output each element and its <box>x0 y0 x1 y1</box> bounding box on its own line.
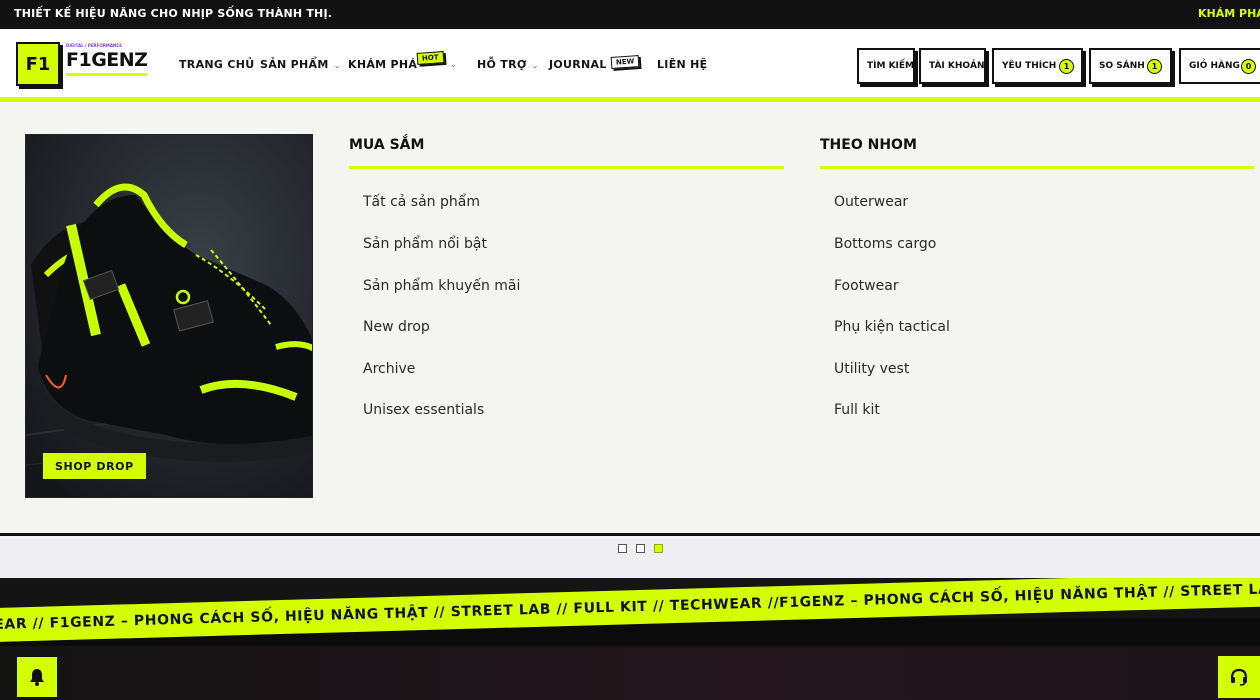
cart-button[interactable]: GIỎ HÀNG 0 <box>1179 48 1260 84</box>
section-background <box>0 648 1260 700</box>
sneaker-image <box>26 135 312 497</box>
account-button[interactable]: TÀI KHOẢN <box>919 48 986 84</box>
search-label: TÌM KIẾM <box>867 61 915 71</box>
menu-link-sale[interactable]: Sản phẩm khuyến mãi <box>363 278 520 294</box>
nav-contact[interactable]: LIÊN HỆ <box>657 58 707 71</box>
chevron-down-icon: ⌄ <box>333 61 341 70</box>
wishlist-label: YÊU THÍCH <box>1002 61 1057 71</box>
shopping-column-title: MUA SẮM <box>349 137 425 153</box>
logo-name[interactable]: F1GENZ <box>66 49 148 76</box>
wishlist-count: 1 <box>1059 59 1074 74</box>
nav-explore-label: KHÁM PHÁ <box>348 58 418 71</box>
cart-count: 0 <box>1241 59 1256 74</box>
notification-button[interactable] <box>16 656 58 698</box>
groups-divider <box>820 166 1254 169</box>
shop-drop-button[interactable]: SHOP DROP <box>43 453 146 479</box>
logo-mark[interactable]: F1 <box>16 42 60 86</box>
nav-products[interactable]: SẢN PHẨM ⌄ <box>260 58 341 71</box>
announcement-bar: THIẾT KẾ HIỆU NĂNG CHO NHỊP SỐNG THÀNH T… <box>0 0 1260 29</box>
nav-products-label: SẢN PHẨM <box>260 58 329 71</box>
chevron-down-icon[interactable]: ⌄ <box>450 57 457 70</box>
promo-card[interactable]: SHOP DROP <box>25 134 313 498</box>
groups-column-title: THEO NHOM <box>820 137 917 153</box>
support-button[interactable] <box>1218 656 1260 698</box>
shopping-divider <box>349 166 784 169</box>
wishlist-button[interactable]: YÊU THÍCH 1 <box>992 48 1083 84</box>
hot-badge: HOT <box>416 51 444 65</box>
menu-link-utility-vest[interactable]: Utility vest <box>834 361 909 377</box>
new-badge: NEW <box>610 55 640 69</box>
logo-tagline: DIGITAL / PERFORMANCE <box>66 43 122 48</box>
nav-support-label: HỖ TRỢ <box>477 58 527 71</box>
site-header: F1 DIGITAL / PERFORMANCE F1GENZ TRANG CH… <box>0 29 1260 102</box>
menu-link-new-drop[interactable]: New drop <box>363 319 430 335</box>
nav-journal[interactable]: JOURNAL <box>549 58 607 71</box>
compare-label: SO SÁNH <box>1099 61 1145 71</box>
nav-support[interactable]: HỖ TRỢ ⌄ <box>477 58 539 71</box>
menu-link-all-products[interactable]: Tất cả sản phẩm <box>363 194 480 210</box>
menu-link-bottoms-cargo[interactable]: Bottoms cargo <box>834 236 936 252</box>
nav-explore[interactable]: KHÁM PHÁ <box>348 58 417 71</box>
cart-label: GIỎ HÀNG <box>1189 61 1240 71</box>
menu-link-archive[interactable]: Archive <box>363 361 415 377</box>
nav-home-label: TRANG CHỦ <box>179 58 255 71</box>
compare-count: 1 <box>1147 59 1162 74</box>
slider-pagination <box>0 539 1260 578</box>
bell-icon <box>30 669 44 686</box>
marquee-section: EAR // F1GENZ – PHONG CÁCH SỐ, HIỆU NĂNG… <box>0 578 1260 700</box>
menu-link-outerwear[interactable]: Outerwear <box>834 194 908 210</box>
announcement-explore-link[interactable]: KHÁM PHÁ <box>1198 7 1260 20</box>
announcement-text: THIẾT KẾ HIỆU NĂNG CHO NHỊP SỐNG THÀNH T… <box>14 7 333 20</box>
menu-link-featured[interactable]: Sản phẩm nổi bật <box>363 236 487 252</box>
slider-dot-2[interactable] <box>636 544 645 553</box>
headset-icon <box>1230 668 1248 686</box>
menu-link-tactical-accessories[interactable]: Phụ kiện tactical <box>834 319 950 335</box>
nav-home[interactable]: TRANG CHỦ <box>179 58 254 71</box>
slider-dot-1[interactable] <box>618 544 627 553</box>
slider-dot-3[interactable] <box>654 544 663 553</box>
menu-link-footwear[interactable]: Footwear <box>834 278 899 294</box>
nav-contact-label: LIÊN HỆ <box>657 58 708 71</box>
menu-link-full-kit[interactable]: Full kit <box>834 402 880 418</box>
chevron-down-icon: ⌄ <box>531 61 539 70</box>
nav-journal-label: JOURNAL <box>549 58 607 71</box>
mega-menu: SHOP DROP MUA SẮM Tất cả sản phẩm Sản ph… <box>0 107 1260 536</box>
search-button[interactable]: TÌM KIẾM <box>857 48 915 84</box>
menu-link-unisex[interactable]: Unisex essentials <box>363 402 484 418</box>
compare-button[interactable]: SO SÁNH 1 <box>1089 48 1172 84</box>
account-label: TÀI KHOẢN <box>929 61 985 71</box>
